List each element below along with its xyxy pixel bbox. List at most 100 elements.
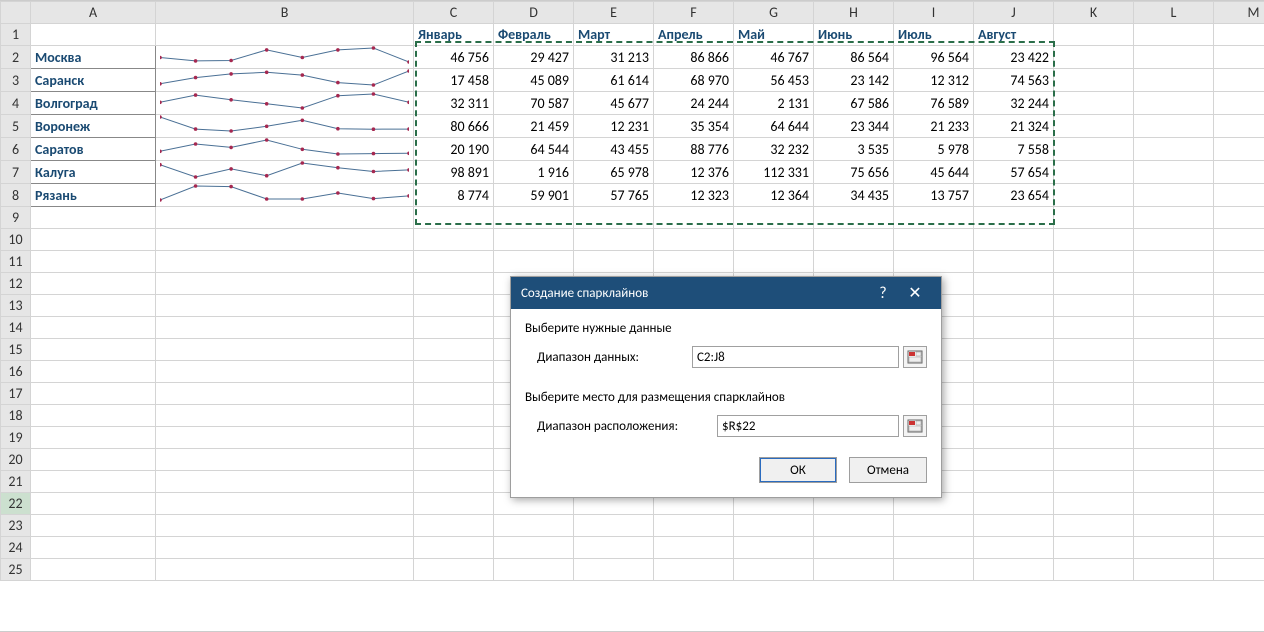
cell-K1[interactable]: [1054, 24, 1134, 46]
cell-J25[interactable]: [974, 559, 1054, 581]
cell-J3[interactable]: 74 563: [974, 69, 1054, 92]
row-header-3[interactable]: 3: [1, 69, 31, 92]
cell-C12[interactable]: [414, 273, 494, 295]
cell-G23[interactable]: [734, 515, 814, 537]
cell-G2[interactable]: 46 767: [734, 46, 814, 69]
cell-L12[interactable]: [1134, 273, 1214, 295]
cell-E7[interactable]: 65 978: [574, 161, 654, 184]
cell-D5[interactable]: 21 459: [494, 115, 574, 138]
row-header-9[interactable]: 9: [1, 207, 31, 229]
cell-J23[interactable]: [974, 515, 1054, 537]
cell-A19[interactable]: [31, 427, 156, 449]
cell-C24[interactable]: [414, 537, 494, 559]
cell-L10[interactable]: [1134, 229, 1214, 251]
cell-M11[interactable]: [1214, 251, 1264, 273]
cell-K5[interactable]: [1054, 115, 1134, 138]
row-header-10[interactable]: 10: [1, 229, 31, 251]
cell-C5[interactable]: 80 666: [414, 115, 494, 138]
cell-M15[interactable]: [1214, 339, 1264, 361]
cell-A1[interactable]: [31, 24, 156, 46]
cell-H2[interactable]: 86 564: [814, 46, 894, 69]
cell-H4[interactable]: 67 586: [814, 92, 894, 115]
cell-J15[interactable]: [974, 339, 1054, 361]
cell-L15[interactable]: [1134, 339, 1214, 361]
cell-D8[interactable]: 59 901: [494, 184, 574, 207]
cell-C6[interactable]: 20 190: [414, 138, 494, 161]
cell-A20[interactable]: [31, 449, 156, 471]
row-header-24[interactable]: 24: [1, 537, 31, 559]
cell-M23[interactable]: [1214, 515, 1264, 537]
cell-L13[interactable]: [1134, 295, 1214, 317]
location-range-input[interactable]: [717, 415, 899, 437]
cell-K10[interactable]: [1054, 229, 1134, 251]
cell-L21[interactable]: [1134, 471, 1214, 493]
cell-D11[interactable]: [494, 251, 574, 273]
cell-E6[interactable]: 43 455: [574, 138, 654, 161]
row-header-1[interactable]: 1: [1, 24, 31, 46]
col-header-E[interactable]: E: [574, 2, 654, 24]
dialog-titlebar[interactable]: Создание спарклайнов ? ✕: [511, 277, 941, 309]
row-header-8[interactable]: 8: [1, 184, 31, 207]
row-header-7[interactable]: 7: [1, 161, 31, 184]
cell-M22[interactable]: [1214, 493, 1264, 515]
cell-D1[interactable]: Февраль: [494, 24, 574, 46]
cell-I3[interactable]: 12 312: [894, 69, 974, 92]
cell-C11[interactable]: [414, 251, 494, 273]
cell-B21[interactable]: [156, 471, 414, 493]
cell-L25[interactable]: [1134, 559, 1214, 581]
cell-D25[interactable]: [494, 559, 574, 581]
cell-K3[interactable]: [1054, 69, 1134, 92]
cell-C17[interactable]: [414, 383, 494, 405]
cell-K15[interactable]: [1054, 339, 1134, 361]
cell-F6[interactable]: 88 776: [654, 138, 734, 161]
cell-M5[interactable]: [1214, 115, 1264, 138]
cell-M24[interactable]: [1214, 537, 1264, 559]
cell-I6[interactable]: 5 978: [894, 138, 974, 161]
cell-M2[interactable]: [1214, 46, 1264, 69]
cell-F4[interactable]: 24 244: [654, 92, 734, 115]
cell-B18[interactable]: [156, 405, 414, 427]
cell-L1[interactable]: [1134, 24, 1214, 46]
cell-A9[interactable]: [31, 207, 156, 229]
row-header-4[interactable]: 4: [1, 92, 31, 115]
cell-C23[interactable]: [414, 515, 494, 537]
cell-J1[interactable]: Август: [974, 24, 1054, 46]
cell-L24[interactable]: [1134, 537, 1214, 559]
cell-M1[interactable]: [1214, 24, 1264, 46]
cell-K24[interactable]: [1054, 537, 1134, 559]
cell-D2[interactable]: 29 427: [494, 46, 574, 69]
cell-I10[interactable]: [894, 229, 974, 251]
cell-K20[interactable]: [1054, 449, 1134, 471]
cell-E9[interactable]: [574, 207, 654, 229]
cell-G11[interactable]: [734, 251, 814, 273]
cell-F23[interactable]: [654, 515, 734, 537]
cell-B17[interactable]: [156, 383, 414, 405]
cell-M7[interactable]: [1214, 161, 1264, 184]
cell-G8[interactable]: 12 364: [734, 184, 814, 207]
cell-J12[interactable]: [974, 273, 1054, 295]
cell-I25[interactable]: [894, 559, 974, 581]
cell-C14[interactable]: [414, 317, 494, 339]
cell-A10[interactable]: [31, 229, 156, 251]
cell-L4[interactable]: [1134, 92, 1214, 115]
cell-C8[interactable]: 8 774: [414, 184, 494, 207]
cell-J5[interactable]: 21 324: [974, 115, 1054, 138]
cell-G1[interactable]: Май: [734, 24, 814, 46]
cell-D6[interactable]: 64 544: [494, 138, 574, 161]
cell-C3[interactable]: 17 458: [414, 69, 494, 92]
cell-L6[interactable]: [1134, 138, 1214, 161]
cell-F11[interactable]: [654, 251, 734, 273]
cell-J18[interactable]: [974, 405, 1054, 427]
cell-H7[interactable]: 75 656: [814, 161, 894, 184]
cell-D7[interactable]: 1 916: [494, 161, 574, 184]
cell-A3[interactable]: Саранск: [31, 69, 156, 92]
cell-H9[interactable]: [814, 207, 894, 229]
cell-K18[interactable]: [1054, 405, 1134, 427]
cell-H10[interactable]: [814, 229, 894, 251]
cell-J19[interactable]: [974, 427, 1054, 449]
cell-E24[interactable]: [574, 537, 654, 559]
cell-J14[interactable]: [974, 317, 1054, 339]
cell-E3[interactable]: 61 614: [574, 69, 654, 92]
cell-C7[interactable]: 98 891: [414, 161, 494, 184]
cell-A18[interactable]: [31, 405, 156, 427]
